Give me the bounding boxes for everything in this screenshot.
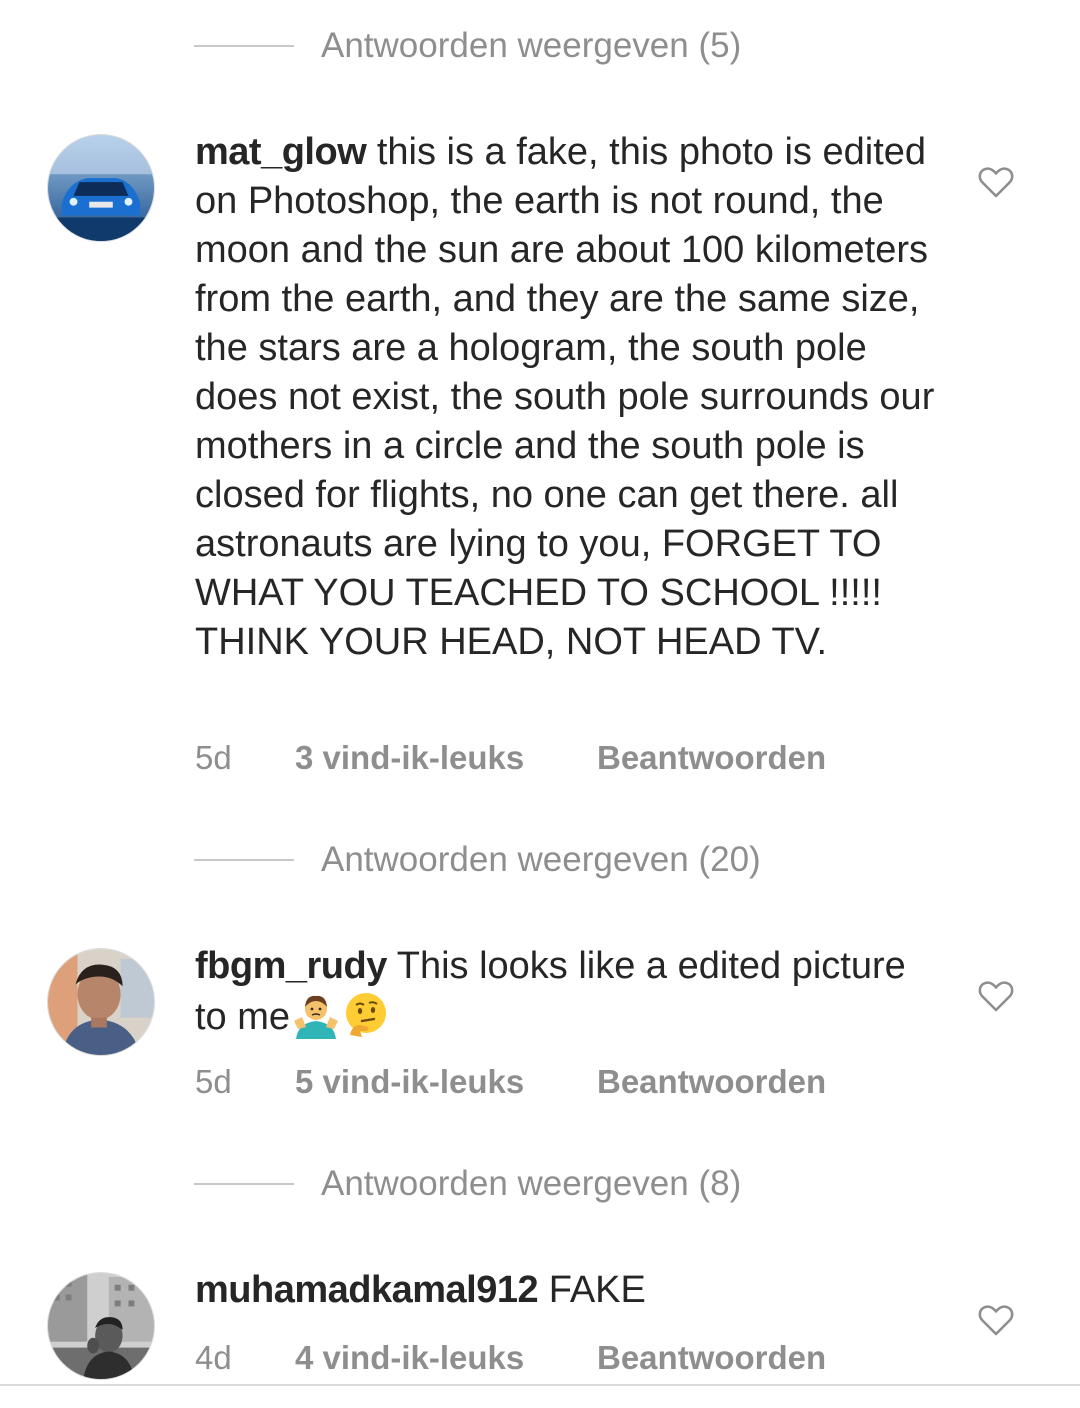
comment-meta: 4d 4 vind-ik-leuks Beantwoorden xyxy=(195,1336,826,1380)
man-shrugging-emoji xyxy=(294,995,339,1039)
comment-username[interactable]: muhamadkamal912 xyxy=(195,1269,539,1311)
avatar[interactable] xyxy=(47,1272,155,1380)
comment-time: 5d xyxy=(195,1063,232,1100)
heart-outline-icon[interactable] xyxy=(976,976,1016,1016)
comment-text: muhamadkamal912 FAKE xyxy=(195,1266,940,1315)
comment-text: fbgm_rudy This looks like a edited pictu… xyxy=(195,942,940,1042)
bottom-divider xyxy=(0,1384,1080,1386)
replies-divider-line xyxy=(194,859,294,861)
reply-button[interactable]: Beantwoorden xyxy=(597,739,826,777)
avatar-image xyxy=(48,1273,154,1379)
replies-divider-line xyxy=(194,45,294,47)
comment-time: 5d xyxy=(195,739,232,776)
avatar[interactable] xyxy=(47,134,155,242)
comment-text: mat_glow this is a fake, this photo is e… xyxy=(195,128,940,667)
comment-username[interactable]: fbgm_rudy xyxy=(195,945,387,987)
view-replies-label: Antwoorden weergeven (8) xyxy=(321,1164,742,1203)
heart-outline-icon[interactable] xyxy=(976,162,1016,202)
comment-meta: 5d 5 vind-ik-leuks Beantwoorden xyxy=(195,1060,826,1104)
view-replies-label: Antwoorden weergeven (5) xyxy=(321,26,742,65)
heart-outline-icon[interactable] xyxy=(976,1300,1016,1340)
avatar[interactable] xyxy=(47,948,155,1056)
avatar-image xyxy=(48,135,154,241)
comment-likes[interactable]: 4 vind-ik-leuks xyxy=(295,1339,597,1377)
comment-body: FAKE xyxy=(548,1269,646,1311)
reply-button[interactable]: Beantwoorden xyxy=(597,1063,826,1101)
replies-divider-line xyxy=(194,1183,294,1185)
view-replies-label: Antwoorden weergeven (20) xyxy=(321,840,761,879)
comment-username[interactable]: mat_glow xyxy=(195,131,367,173)
comment-likes[interactable]: 5 vind-ik-leuks xyxy=(295,1063,597,1101)
comment-body: this is a fake, this photo is edited on … xyxy=(195,131,935,663)
view-replies-toggle[interactable]: Antwoorden weergeven (8) xyxy=(194,1164,741,1204)
comment-likes[interactable]: 3 vind-ik-leuks xyxy=(295,739,597,777)
thinking-face-emoji xyxy=(346,993,387,1037)
comment-meta: 5d 3 vind-ik-leuks Beantwoorden xyxy=(195,736,826,780)
reply-button[interactable]: Beantwoorden xyxy=(597,1339,826,1377)
avatar-image xyxy=(48,949,154,1055)
view-replies-toggle[interactable]: Antwoorden weergeven (5) xyxy=(194,26,741,66)
comment-time: 4d xyxy=(195,1339,232,1376)
view-replies-toggle[interactable]: Antwoorden weergeven (20) xyxy=(194,840,761,880)
